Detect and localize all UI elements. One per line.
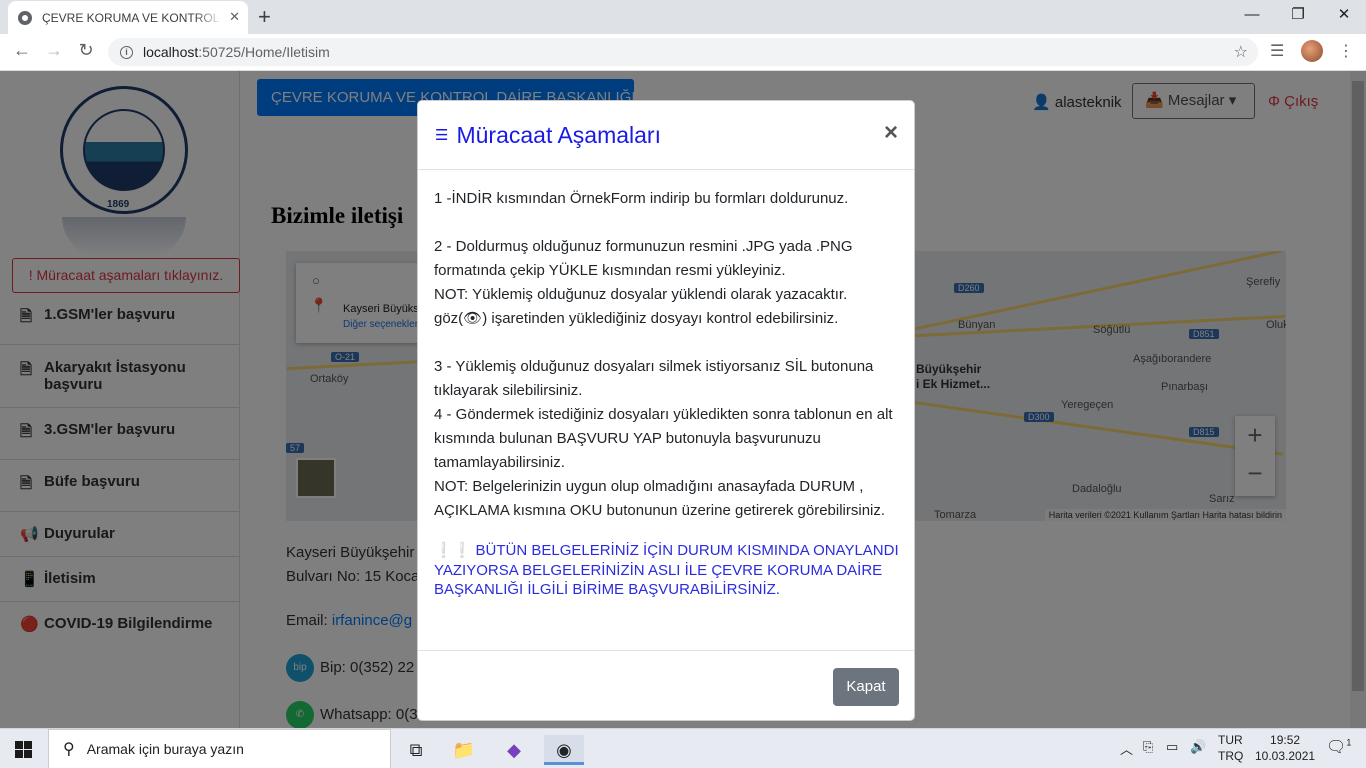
taskbar-search-input[interactable]: ⚲ Aramak için buraya yazın: [48, 729, 391, 768]
window-close-button[interactable]: ✕: [1321, 0, 1366, 30]
tab-title: ÇEVRE KORUMA VE KONTROL DAİRE: [42, 10, 222, 25]
search-placeholder: Aramak için buraya yazın: [86, 741, 244, 757]
step-1: 1 -İNDİR kısmından ÖrnekForm indirip bu …: [434, 190, 849, 207]
modal-title: ☰ Müracaat Aşamaları: [435, 122, 661, 149]
modal-body: 1 -İNDİR kısmından ÖrnekForm indirip bu …: [434, 187, 904, 600]
info-icon[interactable]: i: [120, 45, 133, 59]
notification-icon[interactable]: 🗨1: [1326, 737, 1351, 757]
windows-start-icon[interactable]: [15, 741, 32, 758]
minimize-button[interactable]: —: [1229, 0, 1275, 30]
close-button[interactable]: Kapat: [833, 668, 899, 706]
back-button[interactable]: ←: [10, 40, 34, 61]
clock-date: 10.03.2021: [1255, 749, 1316, 763]
new-tab-button[interactable]: +: [258, 4, 271, 30]
close-tab-icon[interactable]: ✕: [229, 9, 240, 25]
step-3: 3 - Yüklemiş olduğunuz dosyaları silmek …: [434, 358, 874, 399]
notification-count: 1: [1346, 737, 1352, 748]
windows-taskbar: ⚲ Aramak için buraya yazın ⧉ 📁 ◆ ◉ ︿ ⎘ ▭…: [0, 728, 1366, 768]
task-view-icon[interactable]: ⧉: [396, 735, 436, 765]
chrome-icon[interactable]: ◉: [544, 735, 584, 765]
url-path: :50725/Home/Iletisim: [198, 44, 330, 60]
step-2: 2 - Doldurmuş olduğunuz formunuzun resmi…: [434, 238, 853, 279]
note-1b: göz(👁) işaretinden yüklediğiniz dosyayı …: [434, 310, 839, 327]
close-icon[interactable]: ×: [884, 119, 898, 147]
lang-code: TUR: [1218, 733, 1243, 747]
reading-list-icon[interactable]: ☰: [1270, 41, 1284, 61]
modal-title-text: Müracaat Aşamaları: [456, 122, 661, 148]
battery-icon[interactable]: ▭: [1166, 739, 1178, 755]
search-icon: ⚲: [63, 741, 75, 758]
step-4: 4 - Göndermek istediğiniz dosyaları yükl…: [434, 406, 893, 471]
browser-toolbar: ← → ↻ i localhost:50725/Home/Iletisim ☆ …: [0, 34, 1366, 71]
menu-dots-icon[interactable]: ⋮: [1338, 41, 1354, 61]
steps-modal: ☰ Müracaat Aşamaları × 1 -İNDİR kısmından…: [417, 100, 915, 721]
address-bar[interactable]: i localhost:50725/Home/Iletisim ☆: [108, 38, 1258, 66]
reload-button[interactable]: ↻: [74, 40, 98, 61]
taskbar-clock[interactable]: 19:52 10.03.2021: [1255, 732, 1315, 764]
modal-header: ☰ Müracaat Aşamaları ×: [418, 101, 914, 170]
tab-strip: ÇEVRE KORUMA VE KONTROL DAİRE ✕ + — ❐ ✕: [0, 0, 1366, 34]
modal-footer: Kapat: [418, 650, 914, 720]
keyboard-code: TRQ: [1218, 749, 1244, 763]
approval-warning: ❕❕ BÜTÜN BELGELERİNİZ İÇİN DURUM KISMIND…: [434, 542, 899, 598]
visual-studio-icon[interactable]: ◆: [494, 735, 534, 765]
url-host: localhost: [143, 44, 199, 60]
tray-chevron-icon[interactable]: ︿: [1120, 739, 1133, 758]
browser-tab[interactable]: ÇEVRE KORUMA VE KONTROL DAİRE ✕: [8, 1, 248, 34]
volume-icon[interactable]: 🔊: [1190, 739, 1206, 755]
note-1: NOT: Yüklemiş olduğunuz dosyalar yüklend…: [434, 286, 848, 303]
file-explorer-icon[interactable]: 📁: [444, 735, 484, 765]
maximize-button[interactable]: ❐: [1275, 0, 1321, 30]
list-icon: ☰: [435, 127, 449, 144]
globe-icon: [18, 10, 32, 25]
profile-avatar[interactable]: [1301, 40, 1323, 62]
input-language[interactable]: TUR TRQ: [1218, 732, 1243, 764]
clock-time: 19:52: [1270, 733, 1301, 747]
device-icon[interactable]: ⎘: [1143, 739, 1153, 755]
bookmark-star-icon[interactable]: ☆: [1234, 42, 1248, 62]
note-2: NOT: Belgelerinizin uygun olup olmadığın…: [434, 478, 886, 519]
forward-button[interactable]: →: [42, 40, 66, 61]
